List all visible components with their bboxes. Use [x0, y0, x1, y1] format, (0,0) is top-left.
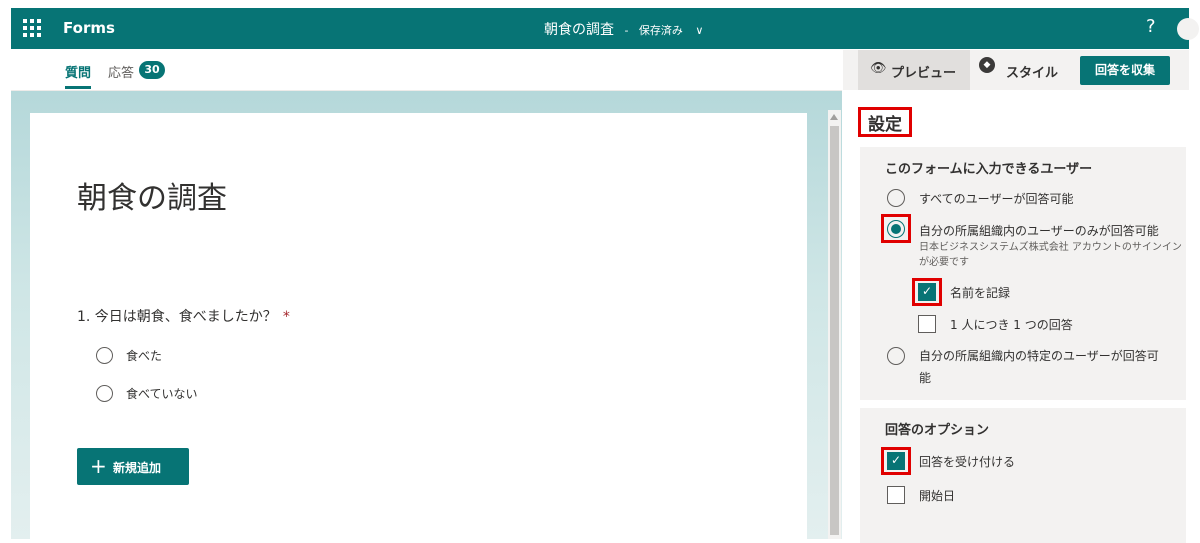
- response-options-section: 回答のオプション ✓ 回答を受け付ける 開始日: [860, 408, 1186, 543]
- option-label: 名前を記録: [950, 286, 1011, 300]
- option-label: 自分の所属組織内のユーザーのみが回答可能: [919, 224, 1159, 238]
- radio-button-selected[interactable]: [887, 220, 905, 238]
- settings-panel: 👁 プレビュー ◆ スタイル 回答を収集 設定 このフォームに入力できるユーザー…: [843, 50, 1189, 543]
- form-card: 朝食の調査 1. 今日は朝食、食べましたか？ * 食べた 食べていない + 新規追…: [30, 113, 807, 539]
- question-1-text: 1. 今日は朝食、食べましたか？: [77, 309, 277, 325]
- document-title[interactable]: 朝食の調査 - 保存済み ∨: [544, 19, 703, 39]
- option-label: 1 人につき 1 つの回答: [950, 318, 1073, 332]
- option-anyone[interactable]: すべてのユーザーが回答可能: [887, 189, 1073, 207]
- who-can-fill-section: このフォームに入力できるユーザー すべてのユーザーが回答可能 自分の所属組織内の…: [860, 147, 1186, 400]
- form-title[interactable]: 朝食の調査: [77, 173, 227, 217]
- tab-responses[interactable]: 応答: [108, 62, 134, 81]
- preview-button[interactable]: 👁 プレビュー: [858, 50, 970, 90]
- radio-button[interactable]: [96, 347, 113, 364]
- scroll-thumb[interactable]: [830, 126, 839, 535]
- radio-button[interactable]: [96, 385, 113, 402]
- top-bar: Forms 朝食の調査 - 保存済み ∨ ?: [11, 8, 1199, 49]
- radio-button[interactable]: [887, 347, 905, 365]
- eye-icon: 👁: [870, 61, 887, 76]
- option-specific-users[interactable]: 自分の所属組織内の特定のユーザーが回答可能: [887, 347, 1159, 385]
- required-mark: *: [282, 309, 290, 325]
- checkbox[interactable]: [918, 315, 936, 333]
- choice-label: 食べた: [126, 349, 163, 363]
- save-state: 保存済み: [638, 24, 683, 37]
- app-launcher-icon[interactable]: [23, 19, 41, 37]
- scrollbar[interactable]: [828, 110, 841, 539]
- checkbox-checked-icon[interactable]: ✓: [918, 283, 936, 301]
- tab-questions[interactable]: 質問: [65, 62, 92, 89]
- section-title: このフォームに入力できるユーザー: [885, 162, 1093, 177]
- option-start-date[interactable]: 開始日: [887, 486, 955, 504]
- checkbox[interactable]: [887, 486, 905, 504]
- scroll-up-icon[interactable]: [830, 114, 838, 120]
- add-new-button[interactable]: + 新規追加: [77, 448, 189, 485]
- option-one-response[interactable]: 1 人につき 1 つの回答: [918, 315, 1073, 333]
- help-icon[interactable]: ?: [1146, 16, 1156, 37]
- tabs-bar: 質問 応答 30: [11, 50, 842, 91]
- option-record-name[interactable]: ✓ 名前を記録: [918, 283, 1010, 301]
- style-button[interactable]: ◆ スタイル: [979, 50, 1079, 90]
- palette-icon: ◆: [979, 57, 995, 73]
- option-label: 回答を受け付ける: [919, 455, 1016, 469]
- settings-title: 設定: [858, 107, 912, 137]
- option-label: 自分の所属組織内の特定のユーザーが回答可能: [919, 349, 1159, 385]
- plus-icon: +: [90, 454, 107, 478]
- option-label: すべてのユーザーが回答可能: [919, 192, 1074, 206]
- style-label: スタイル: [1006, 66, 1059, 81]
- option-label: 開始日: [919, 489, 956, 503]
- radio-button[interactable]: [887, 189, 905, 207]
- section-title: 回答のオプション: [885, 423, 990, 438]
- preview-label: プレビュー: [891, 66, 957, 81]
- collect-responses-button[interactable]: 回答を収集: [1080, 56, 1170, 85]
- chevron-down-icon[interactable]: ∨: [695, 24, 703, 37]
- response-count-badge: 30: [139, 61, 165, 79]
- panel-header: 👁 プレビュー ◆ スタイル 回答を収集: [843, 50, 1189, 90]
- avatar[interactable]: [1177, 18, 1199, 40]
- save-separator: -: [624, 24, 629, 37]
- settings-body: 設定 このフォームに入力できるユーザー すべてのユーザーが回答可能 自分の所属組…: [843, 90, 1189, 543]
- app-name[interactable]: Forms: [63, 19, 115, 37]
- add-new-label: 新規追加: [113, 461, 162, 475]
- choice-option[interactable]: 食べていない: [96, 385, 198, 407]
- choice-option[interactable]: 食べた: [96, 347, 162, 369]
- checkbox-checked-icon[interactable]: ✓: [887, 452, 905, 470]
- option-org-only[interactable]: 自分の所属組織内のユーザーのみが回答可能: [887, 220, 1159, 241]
- question-1[interactable]: 1. 今日は朝食、食べましたか？ *: [77, 306, 290, 326]
- choice-label: 食べていない: [126, 387, 198, 401]
- org-note: 日本ビジネスシステムズ株式会社 アカウントのサインインが必要です: [919, 242, 1182, 268]
- option-accept-responses[interactable]: ✓ 回答を受け付ける: [887, 452, 1015, 470]
- document-title-text: 朝食の調査: [544, 22, 614, 38]
